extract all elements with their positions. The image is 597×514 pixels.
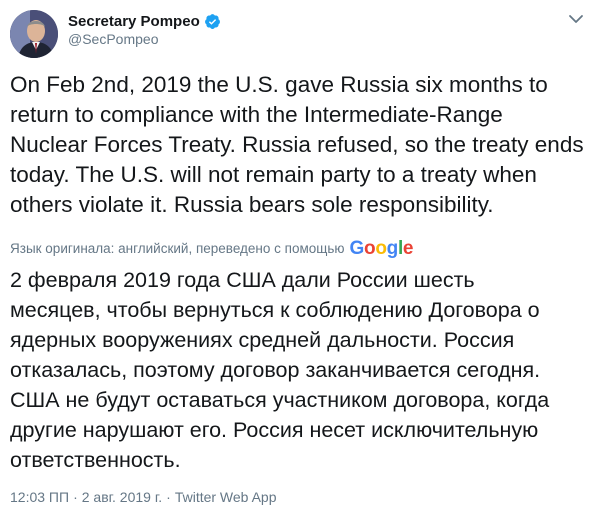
tweet-time[interactable]: 12:03 ПП	[10, 489, 69, 505]
google-letter: e	[402, 237, 414, 259]
google-letter: o	[375, 237, 387, 259]
translated-line: 2 февраля 2019 года США дали России шест…	[10, 268, 475, 292]
author-display-name[interactable]: Secretary Pompeo	[68, 13, 200, 30]
tweet-line: others violate it. Russia bears sole res…	[10, 192, 494, 217]
tweet-original-text: On Feb 2nd, 2019 the U.S. gave Russia si…	[10, 70, 585, 220]
translated-line: другие нарушают его. Россия несет исключ…	[10, 418, 539, 442]
chevron-down-icon[interactable]	[568, 12, 584, 24]
translation-attribution: Язык оригинала: английский, переведено с…	[10, 237, 414, 259]
tweet-card: Secretary Pompeo @SecPompeo On Feb 2nd, …	[0, 0, 597, 514]
tweet-metadata: 12:03 ПП · 2 авг. 2019 г. · Twitter Web …	[10, 488, 277, 506]
tweet-line: On Feb 2nd, 2019 the U.S. gave Russia si…	[10, 72, 548, 97]
tweet-translated-text: 2 февраля 2019 года США дали России шест…	[10, 265, 590, 475]
translation-label: Язык оригинала: английский, переведено с…	[10, 240, 345, 256]
translated-line: месяцев, чтобы вернуться к соблюдению До…	[10, 298, 540, 322]
author-name-row: Secretary Pompeo	[68, 11, 221, 31]
meta-separator: ·	[166, 489, 171, 505]
google-letter: o	[364, 237, 376, 259]
google-logo[interactable]: Google	[350, 239, 414, 258]
tweet-line: today. The U.S. will not remain party to…	[10, 162, 537, 187]
author-avatar[interactable]	[10, 10, 58, 58]
translated-line: ответственность.	[10, 448, 181, 472]
translated-line: отказалась, поэтому договор заканчиваетс…	[10, 358, 541, 382]
person-avatar-icon	[10, 10, 58, 58]
author-handle[interactable]: @SecPompeo	[68, 31, 158, 47]
tweet-line: Nuclear Forces Treaty. Russia refused, s…	[10, 132, 584, 157]
google-letter: G	[349, 237, 365, 259]
translated-line: ядерных вооружениях средней дальности. Р…	[10, 328, 515, 352]
meta-separator: ·	[73, 489, 78, 505]
tweet-date[interactable]: 2 авг. 2019 г.	[82, 489, 162, 505]
tweet-source-link[interactable]: Twitter Web App	[175, 489, 277, 505]
verified-badge-icon	[204, 13, 221, 30]
google-letter: g	[386, 237, 399, 259]
translated-line: США не будут оставаться участником догов…	[10, 388, 550, 412]
tweet-line: return to compliance with the Intermedia…	[10, 102, 503, 127]
